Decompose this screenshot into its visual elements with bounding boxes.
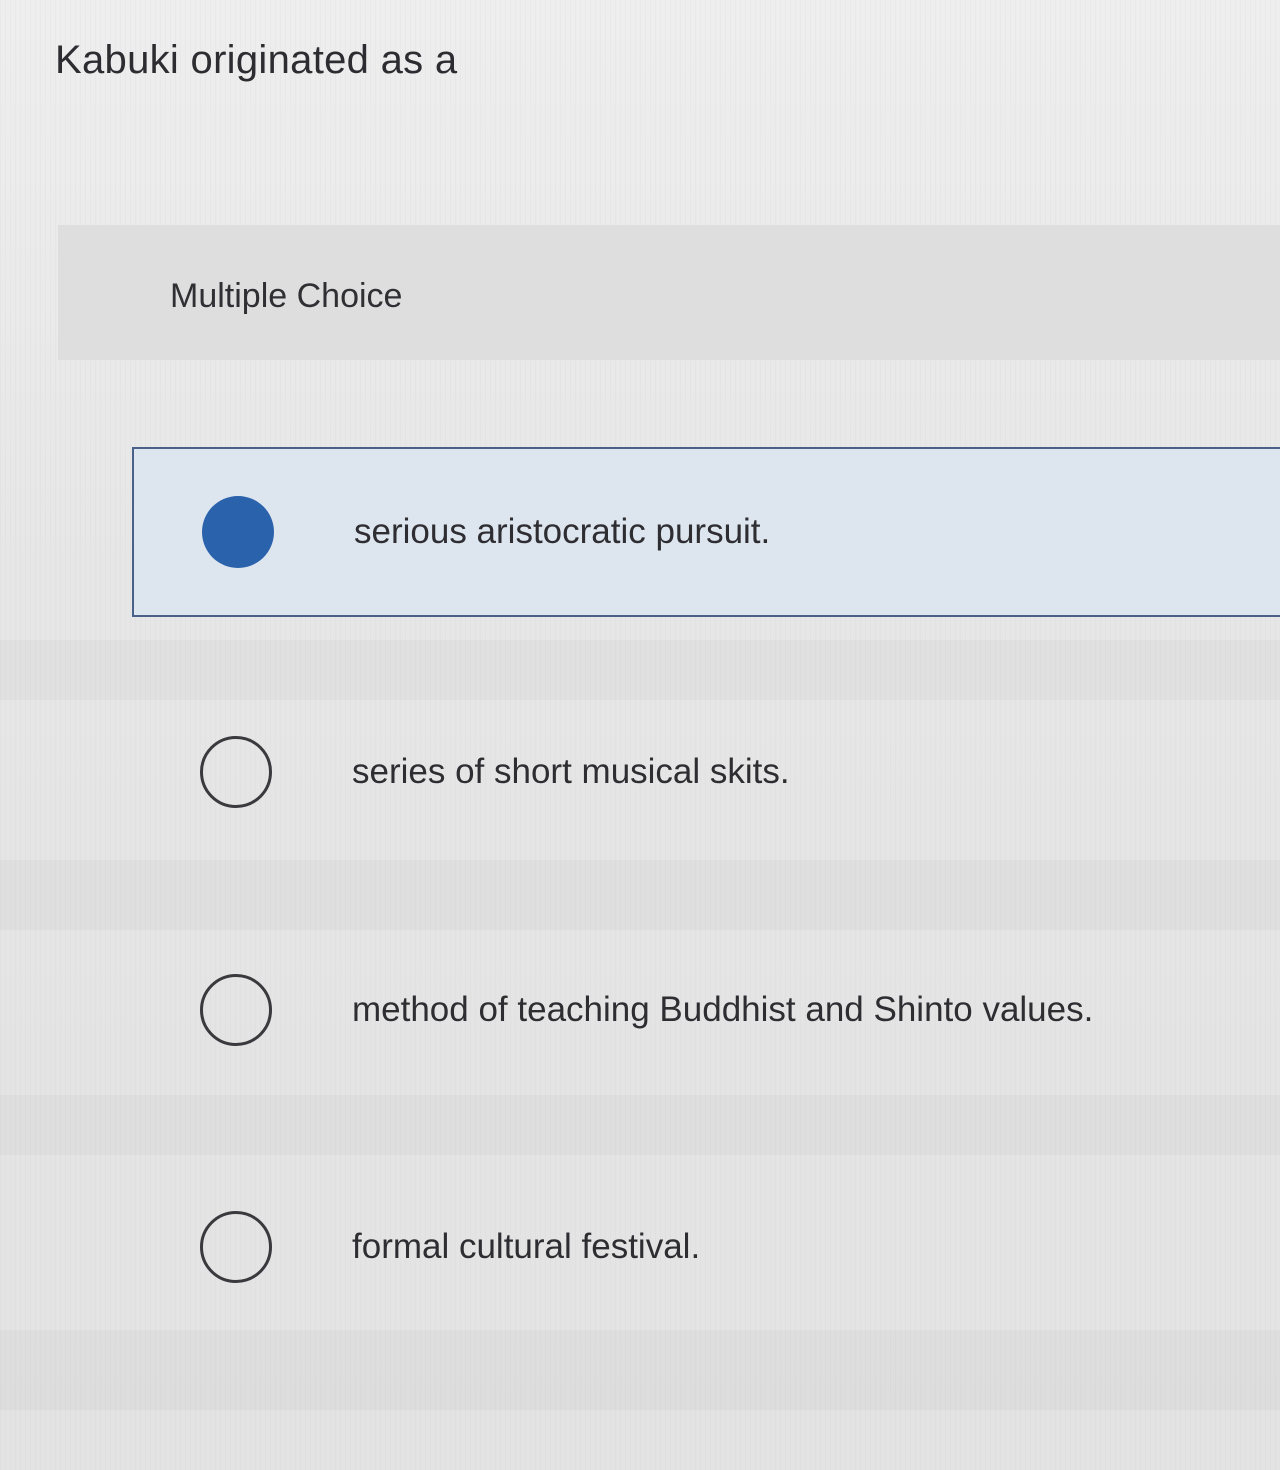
radio-selected-icon[interactable]: [202, 496, 274, 568]
radio-unselected-icon[interactable]: [200, 1211, 272, 1283]
radio-unselected-icon[interactable]: [200, 974, 272, 1046]
answer-option-label: method of teaching Buddhist and Shinto v…: [352, 990, 1094, 1029]
answer-option-label: series of short musical skits.: [352, 752, 790, 791]
answer-option-3[interactable]: method of teaching Buddhist and Shinto v…: [132, 925, 1280, 1095]
answer-option-2[interactable]: series of short musical skits.: [132, 687, 1280, 857]
answer-options: serious aristocratic pursuit. series of …: [0, 0, 1280, 1470]
answer-option-1[interactable]: serious aristocratic pursuit.: [132, 447, 1280, 617]
answer-option-4[interactable]: formal cultural festival.: [132, 1162, 1280, 1332]
radio-unselected-icon[interactable]: [200, 736, 272, 808]
answer-option-label: serious aristocratic pursuit.: [354, 512, 771, 551]
answer-option-label: formal cultural festival.: [352, 1227, 701, 1266]
